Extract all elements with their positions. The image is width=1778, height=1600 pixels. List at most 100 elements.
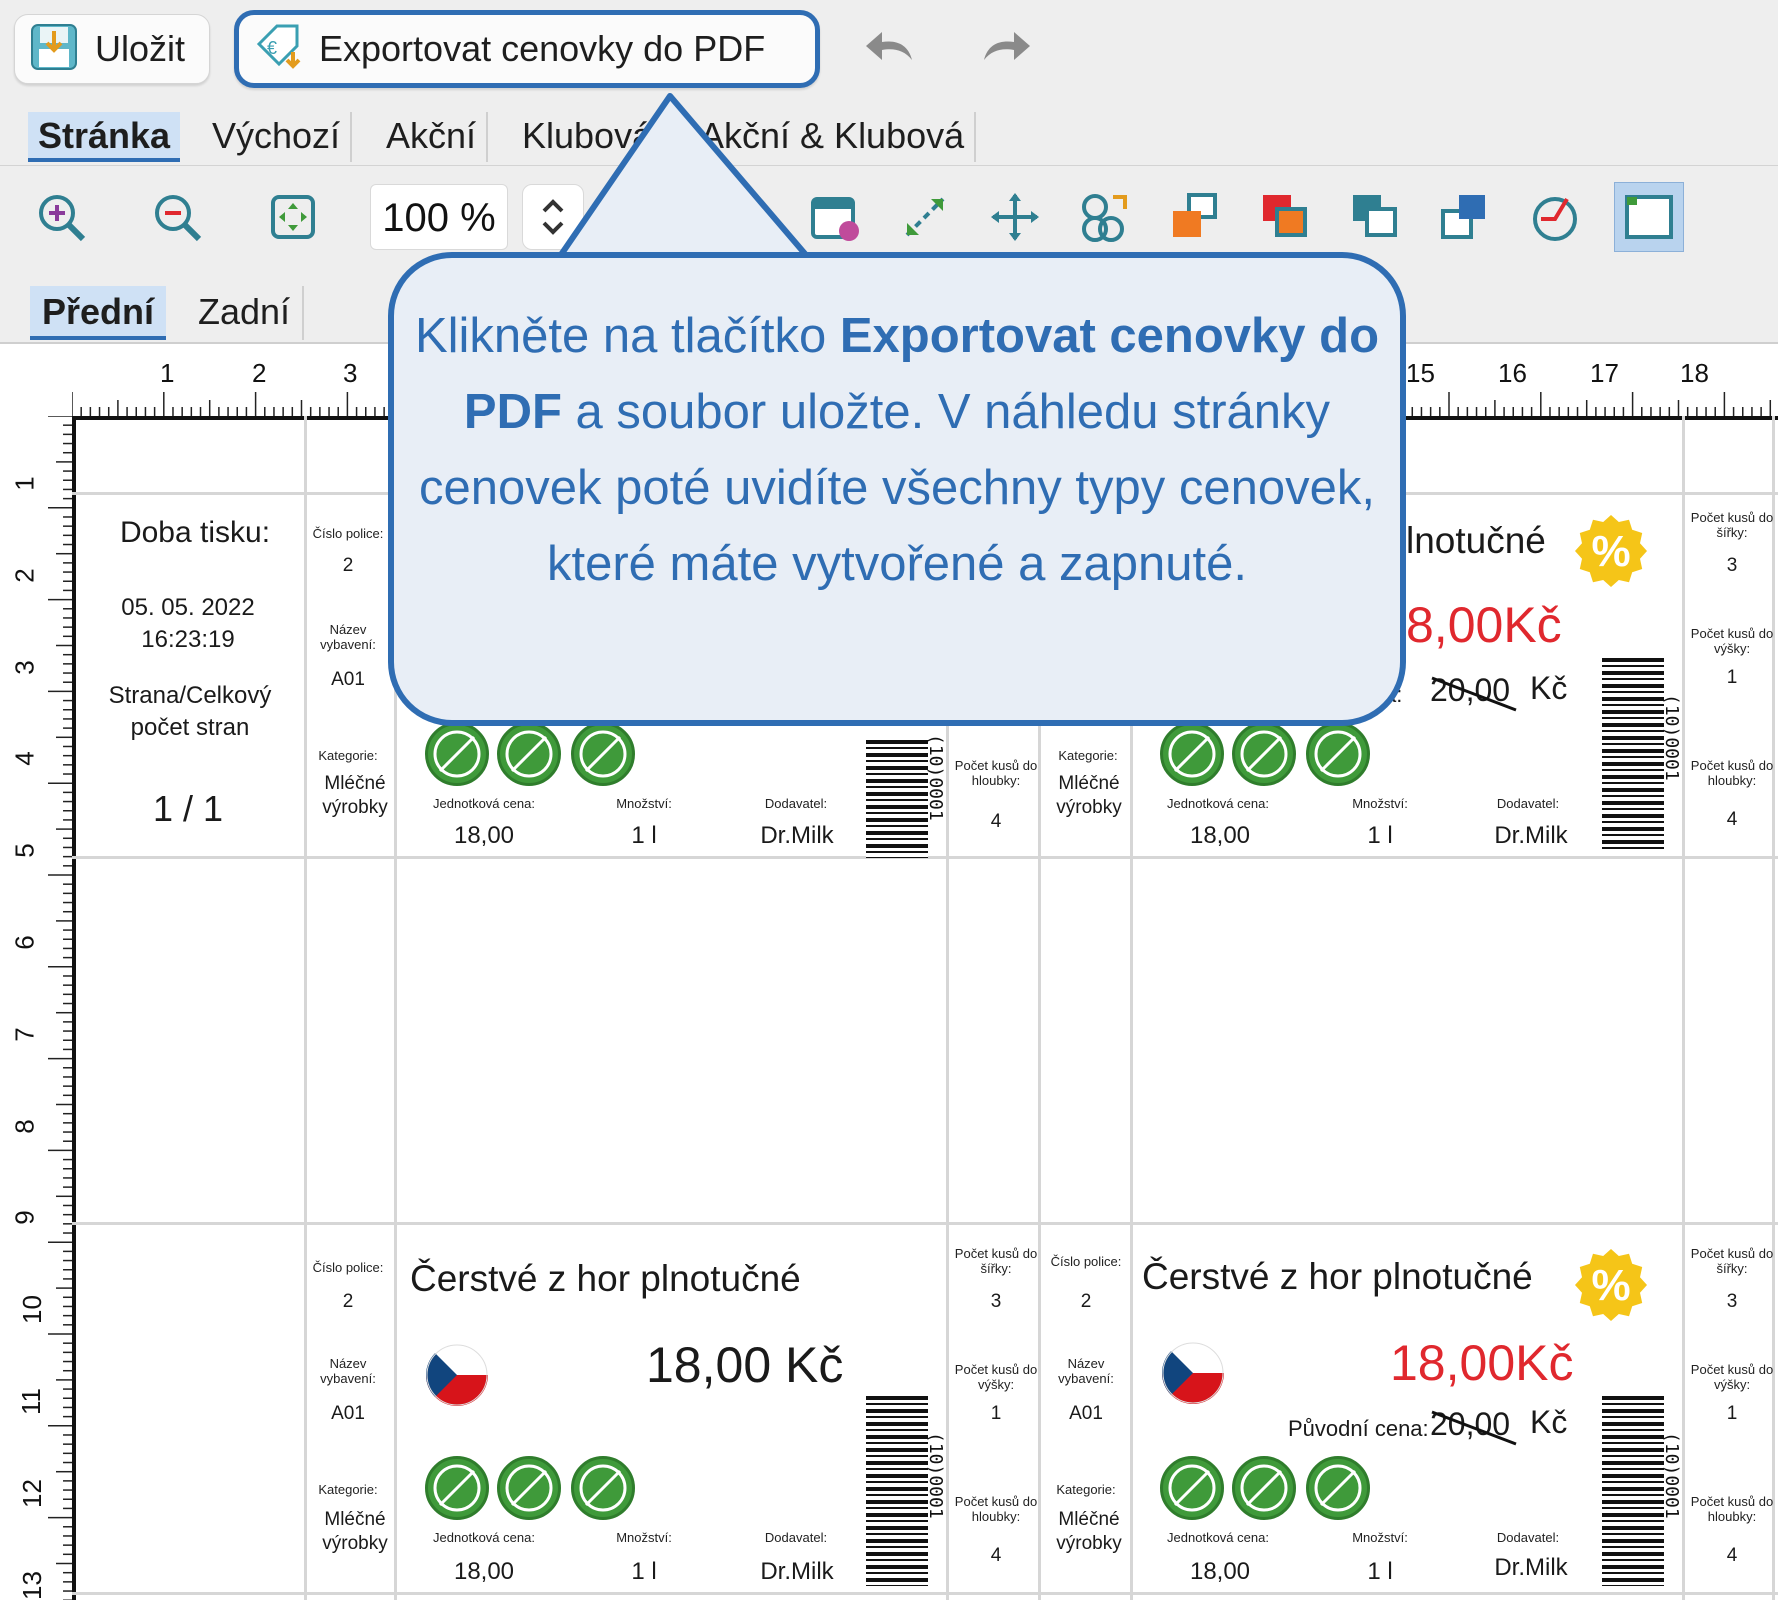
height-count-value: 1 <box>1726 667 1738 688</box>
supplier-value: Dr.Milk <box>1494 822 1568 849</box>
export-pdf-button[interactable]: € Exportovat cenovky do PDF <box>234 10 820 88</box>
label-type-tabs: Stránka Výchozí Akční Klubová Akční & Kl… <box>0 100 1778 166</box>
supplier-label: Dodavatel: <box>764 1530 828 1545</box>
page-count-label: Strana/Celkový počet stran <box>108 682 272 741</box>
original-price-currency: Kč <box>1530 1404 1568 1440</box>
depth-count-label: Počet kusů do hloubky: <box>954 1494 1038 1524</box>
barcode <box>866 740 928 858</box>
category-value: Mléčné výrobky <box>322 773 388 818</box>
height-count-value: 1 <box>990 1403 1002 1424</box>
tab-page[interactable]: Stránka <box>28 112 181 162</box>
ruler-number: 2 <box>252 358 267 388</box>
zoom-in-icon[interactable] <box>30 186 92 248</box>
barcode <box>1602 658 1664 850</box>
quantity-label: Množství: <box>616 1530 672 1545</box>
ruler-number: 3 <box>9 659 40 675</box>
height-count-value: 1 <box>1726 1403 1738 1424</box>
category-label: Kategorie: <box>318 1482 378 1497</box>
unit-price-label: Jednotková cena: <box>1167 796 1269 811</box>
width-count-value: 3 <box>1726 1291 1738 1312</box>
move-icon[interactable] <box>984 186 1046 248</box>
barcode-text: (10)0001 <box>925 1432 946 1519</box>
czech-flag-icon <box>426 1344 488 1406</box>
send-to-back-icon[interactable] <box>1434 186 1496 248</box>
lactose-free-icon <box>1160 722 1224 786</box>
save-icon <box>29 22 79 77</box>
lactose-free-icon <box>425 722 489 786</box>
category-label: Kategorie: <box>1056 1482 1116 1497</box>
quantity-label: Množství: <box>1352 796 1408 811</box>
width-count-label: Počet kusů do šířky: <box>1690 1246 1774 1276</box>
depth-count-value: 4 <box>990 811 1002 832</box>
unit-price-value: 18,00 <box>1189 822 1251 849</box>
ruler-number: 12 <box>16 1478 47 1508</box>
quantity-value: 1 l <box>631 1558 657 1585</box>
tab-default[interactable]: Výchozí <box>202 112 353 162</box>
calendar-clock-icon[interactable] <box>804 186 866 248</box>
shelf-label: Číslo police: <box>312 1260 384 1275</box>
strikethrough-line <box>1431 676 1517 712</box>
vertical-ruler <box>48 416 72 1600</box>
unit-price-value: 18,00 <box>1189 1558 1251 1585</box>
quantity-value: 1 l <box>1367 822 1393 849</box>
gluten-free-icon <box>497 1456 561 1520</box>
price: 18,00 Kč <box>646 1337 844 1393</box>
resize-icon[interactable] <box>894 186 956 248</box>
shelf-value: 2 <box>342 555 354 576</box>
zoom-input[interactable]: 100 % <box>370 184 508 250</box>
svg-text:€: € <box>267 38 277 58</box>
width-count-label: Počet kusů do šířky: <box>954 1246 1038 1276</box>
gluten-free-icon <box>1232 722 1296 786</box>
print-time: 16:23:19 <box>141 626 235 653</box>
supplier-value: Dr.Milk <box>760 1558 834 1585</box>
ruler-number: 4 <box>9 751 40 767</box>
product-name: lnotučné <box>1406 520 1546 561</box>
instruction-callout: Klikněte na tlačítko Exportovat cenovky … <box>388 252 1406 726</box>
quantity-value: 1 l <box>631 822 657 849</box>
tab-back[interactable]: Zadní <box>186 286 305 340</box>
link-objects-icon[interactable] <box>1074 186 1136 248</box>
zoom-out-icon[interactable] <box>146 186 208 248</box>
tab-front[interactable]: Přední <box>30 286 167 340</box>
gluten-free-icon <box>1232 1456 1296 1520</box>
ruler-number: 18 <box>1680 358 1709 388</box>
ruler-number: 17 <box>1590 358 1619 388</box>
tab-promo-club[interactable]: Akční & Klubová <box>690 112 977 162</box>
bring-forward-icon[interactable] <box>1164 186 1226 248</box>
width-count-value: 3 <box>990 1291 1002 1312</box>
save-button[interactable]: Uložit <box>14 14 210 84</box>
unit-price-label: Jednotková cena: <box>433 1530 535 1545</box>
shelf-value: 2 <box>342 1291 354 1312</box>
barcode-text: (10)0001 <box>1661 694 1682 781</box>
category-label: Kategorie: <box>318 748 378 763</box>
bring-to-front-icon[interactable] <box>1254 186 1316 248</box>
product-name: Čerstvé z hor plnotučné <box>410 1258 801 1299</box>
height-count-label: Počet kusů do výšky: <box>954 1362 1038 1392</box>
fit-page-icon[interactable] <box>262 186 324 248</box>
czech-flag-icon <box>1162 1342 1224 1404</box>
main-toolbar: Uložit € Exportovat cenovky do PDF <box>0 0 1778 100</box>
depth-count-label: Počet kusů do hloubky: <box>954 758 1038 788</box>
send-backward-icon[interactable] <box>1344 186 1406 248</box>
ruler-number: 13 <box>16 1570 47 1600</box>
rotate-icon[interactable] <box>1524 186 1586 248</box>
ruler-number: 7 <box>9 1027 40 1042</box>
zoom-stepper[interactable] <box>522 184 584 250</box>
supplier-label: Dodavatel: <box>1496 1530 1560 1545</box>
callout-text: Klikněte na tlačítko Exportovat cenovky … <box>394 298 1400 602</box>
quantity-value: 1 l <box>1367 1558 1393 1585</box>
equipment-value: A01 <box>331 1403 365 1424</box>
frame-toggle-icon[interactable] <box>1614 182 1684 252</box>
undo-icon[interactable] <box>862 26 918 71</box>
redo-icon[interactable] <box>978 26 1034 71</box>
category-value: Mléčné výrobky <box>1056 1509 1122 1554</box>
shelf-label: Číslo police: <box>1050 1254 1122 1269</box>
tab-club[interactable]: Klubová <box>512 112 665 162</box>
depth-count-value: 4 <box>990 1545 1002 1566</box>
barcode-text: (10)0001 <box>925 734 946 821</box>
shelf-label: Číslo police: <box>312 526 384 541</box>
equipment-value: A01 <box>1069 1403 1103 1424</box>
tab-promo[interactable]: Akční <box>376 112 489 162</box>
svg-text:%: % <box>1591 1261 1630 1310</box>
ruler-number: 10 <box>16 1295 47 1325</box>
